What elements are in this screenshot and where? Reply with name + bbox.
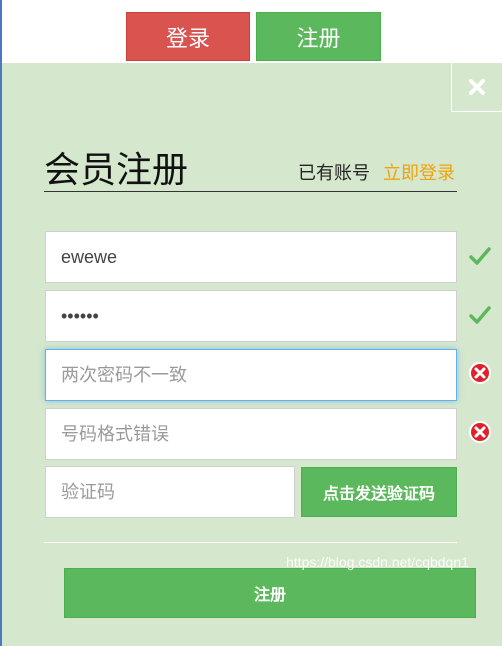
tab-login[interactable]: 登录 <box>126 12 250 61</box>
error-icon <box>469 362 491 384</box>
password-field[interactable] <box>45 290 457 342</box>
register-submit-button[interactable]: 注册 <box>64 568 476 618</box>
login-now-link[interactable]: 立即登录 <box>383 159 455 185</box>
has-account-text: 已有账号 <box>298 163 370 184</box>
username-field[interactable] <box>45 231 457 283</box>
check-icon <box>469 247 491 265</box>
divider <box>44 542 457 543</box>
error-icon <box>469 421 491 443</box>
check-icon <box>469 306 491 324</box>
close-button[interactable] <box>451 63 502 112</box>
phone-field[interactable] <box>45 408 457 460</box>
send-verification-code-button[interactable]: 点击发送验证码 <box>301 467 457 517</box>
title-underline <box>44 191 457 192</box>
verification-code-field[interactable] <box>45 466 295 518</box>
modal-title: 会员注册 <box>44 150 189 191</box>
close-icon <box>469 79 485 95</box>
tab-register[interactable]: 注册 <box>256 12 381 61</box>
watermark-text: https://blog.csdn.net/cqbdqn1 <box>286 554 469 570</box>
confirm-password-field[interactable] <box>45 349 457 401</box>
